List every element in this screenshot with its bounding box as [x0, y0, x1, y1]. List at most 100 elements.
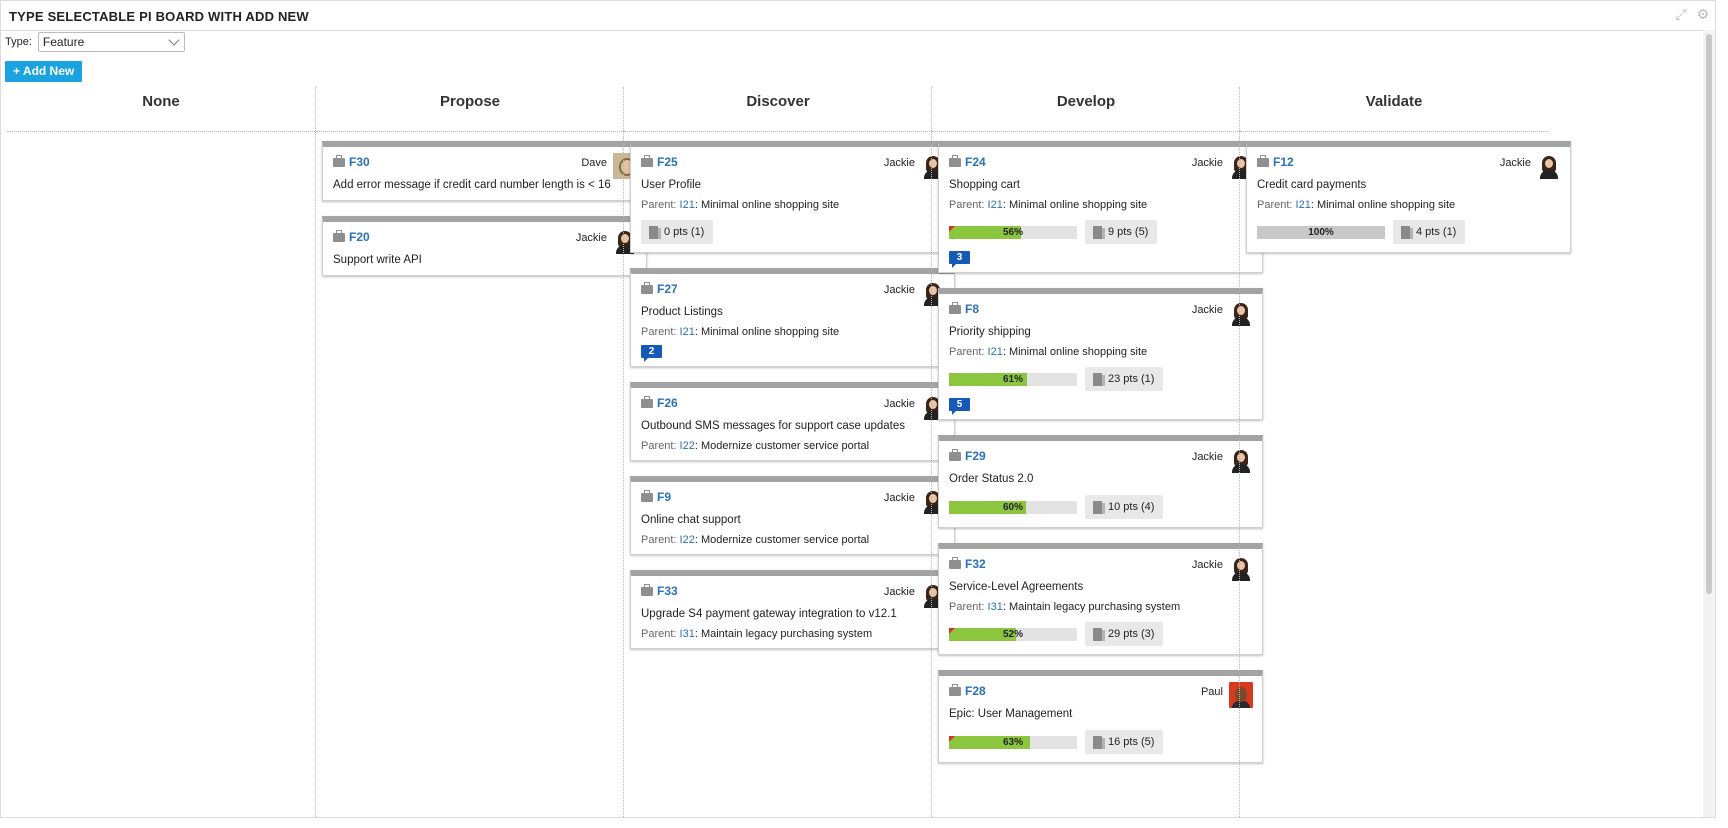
parent-id-link[interactable]: I22 [680, 440, 695, 452]
feature-title: Order Status 2.0 [949, 473, 1034, 485]
feature-card[interactable]: F25 Jackie User Profile Parent: I21: Minima… [630, 141, 955, 253]
feature-card[interactable]: F27 Jackie Product Listings Parent: I21: Mi… [630, 268, 955, 367]
points-badge[interactable]: 0 pts (1) [641, 220, 714, 244]
feature-id-link[interactable]: F8 [965, 302, 979, 316]
feature-title: User Profile [641, 179, 702, 191]
feature-id-link[interactable]: F28 [965, 684, 986, 698]
progress-bar: 56% [949, 225, 1077, 239]
briefcase-icon [949, 302, 961, 314]
briefcase-icon [641, 282, 653, 294]
feature-card[interactable]: F8 Jackie Priority shipping Parent: I21: Mi… [938, 288, 1263, 420]
feature-id-link[interactable]: F20 [349, 230, 370, 244]
parent-label: Parent: [641, 534, 677, 546]
feature-id-link[interactable]: F27 [657, 282, 678, 296]
feature-card[interactable]: F29 Jackie Order Status 2.0 60% 10 pts (4) [938, 435, 1263, 528]
points-badge[interactable]: 29 pts (3) [1085, 622, 1164, 646]
points-badge[interactable]: 4 pts (1) [1393, 220, 1466, 244]
owner-name: Jackie [883, 157, 915, 169]
progress-label: 100% [1308, 226, 1334, 238]
parent-id-link[interactable]: I21 [1296, 199, 1311, 211]
feature-id-link[interactable]: F30 [349, 155, 370, 169]
points-label: 9 pts (5) [1108, 226, 1149, 238]
feature-id-link[interactable]: F26 [657, 396, 678, 410]
feature-id-link[interactable]: F9 [657, 490, 671, 504]
column-develop: Develop F24 Jackie Shopping cart Parent: I21… [931, 87, 1263, 817]
story-icon [1093, 627, 1105, 641]
add-new-button[interactable]: + Add New [5, 61, 83, 82]
gear-icon[interactable]: ⚙ [1695, 6, 1711, 22]
parent-id-link[interactable]: I31 [680, 628, 695, 640]
points-badge[interactable]: 9 pts (5) [1085, 220, 1158, 244]
scrollbar[interactable] [1703, 30, 1715, 817]
card-header: F30 Dave [333, 153, 637, 179]
comment-count-badge[interactable]: 2 [641, 345, 662, 362]
progress-bar: 61% [949, 372, 1077, 386]
feature-id-link[interactable]: F12 [1273, 155, 1294, 169]
feature-title: Credit card payments [1257, 179, 1367, 191]
pi-board: None Propose F30 Dave Add error message if c… [7, 87, 1707, 817]
comment-count-badge[interactable]: 5 [949, 398, 970, 415]
parent-line: Parent: I31: Maintain legacy purchasing … [949, 601, 1253, 613]
column-discover: Discover F25 Jackie User Profile Parent: I21… [623, 87, 955, 817]
briefcase-icon [949, 449, 961, 461]
feature-card[interactable]: F12 Jackie Credit card payments Parent: I21… [1246, 141, 1571, 253]
comment-row: 2 [641, 338, 945, 362]
feature-id-link[interactable]: F33 [657, 584, 678, 598]
points-badge[interactable]: 16 pts (5) [1085, 730, 1164, 754]
chevron-down-icon [168, 34, 180, 46]
feature-card[interactable]: F33 Jackie Upgrade S4 payment gateway inte… [630, 570, 955, 649]
feature-id-link[interactable]: F25 [657, 155, 678, 169]
owner-name: Jackie [1191, 559, 1223, 571]
briefcase-icon [641, 155, 653, 167]
feature-card[interactable]: F24 Jackie Shopping cart Parent: I21: Minim… [938, 141, 1263, 273]
points-badge[interactable]: 23 pts (1) [1085, 367, 1164, 391]
points-label: 10 pts (4) [1108, 501, 1155, 513]
feature-card[interactable]: F9 Jackie Online chat support Parent: I22: … [630, 476, 955, 555]
parent-id-link[interactable]: I21 [988, 346, 1003, 358]
parent-label: Parent: [641, 326, 677, 338]
type-select-value: Feature [42, 35, 85, 49]
parent-id-link[interactable]: I21 [680, 199, 695, 211]
feature-card[interactable]: F32 Jackie Service-Level Agreements Parent:… [938, 543, 1263, 655]
parent-id-link[interactable]: I22 [680, 534, 695, 546]
column-propose: Propose F30 Dave Add error message if credi… [315, 87, 647, 817]
card-metrics: 60% 10 pts (4) [949, 495, 1253, 519]
feature-id-link[interactable]: F24 [965, 155, 986, 169]
parent-label: Parent: [949, 346, 985, 358]
parent-label: Parent: [641, 440, 677, 452]
feature-card[interactable]: F28 Paul Epic: User Management 63% 16 pts (5… [938, 670, 1263, 763]
card-metrics: 56% 9 pts (5) [949, 220, 1253, 244]
feature-id-link[interactable]: F29 [965, 449, 986, 463]
progress-bar: 100% [1257, 225, 1385, 239]
story-icon [1401, 225, 1413, 239]
parent-label: Parent: [641, 199, 677, 211]
points-badge[interactable]: 10 pts (4) [1085, 495, 1164, 519]
comment-row: 3 [949, 244, 1253, 268]
card-header: F12 Jackie [1257, 153, 1561, 179]
parent-line: Parent: I21: Minimal online shopping sit… [949, 199, 1253, 211]
points-label: 0 pts (1) [664, 226, 705, 238]
parent-id-link[interactable]: I21 [988, 199, 1003, 211]
card-header: F32 Jackie [949, 555, 1253, 581]
card-header: F9 Jackie [641, 488, 945, 514]
expand-icon[interactable]: ⤢ [1673, 6, 1689, 22]
parent-id-link[interactable]: I21 [680, 326, 695, 338]
comment-count-badge[interactable]: 3 [949, 251, 970, 268]
feature-card[interactable]: F30 Dave Add error message if credit card … [322, 141, 647, 201]
parent-line: Parent: I21: Minimal online shopping sit… [641, 326, 945, 338]
feature-title: Product Listings [641, 306, 723, 318]
parent-name: : Minimal online shopping site [1310, 199, 1456, 211]
scrollbar-thumb[interactable] [1706, 34, 1712, 594]
parent-id-link[interactable]: I31 [988, 601, 1003, 613]
column-cards: F24 Jackie Shopping cart Parent: I21: Minim… [938, 141, 1265, 778]
feature-card[interactable]: F20 Jackie Support write API [322, 216, 647, 276]
type-select[interactable]: Feature [37, 32, 185, 52]
card-metrics: 63% 16 pts (5) [949, 730, 1253, 754]
parent-line: Parent: I21: Minimal online shopping sit… [1257, 199, 1561, 211]
feature-id-link[interactable]: F32 [965, 557, 986, 571]
feature-card[interactable]: F26 Jackie Outbound SMS messages for suppo… [630, 382, 955, 461]
card-header: F28 Paul [949, 682, 1253, 708]
parent-name: : Minimal online shopping site [694, 326, 840, 338]
parent-name: : Minimal online shopping site [1002, 346, 1148, 358]
card-header: F8 Jackie [949, 300, 1253, 326]
